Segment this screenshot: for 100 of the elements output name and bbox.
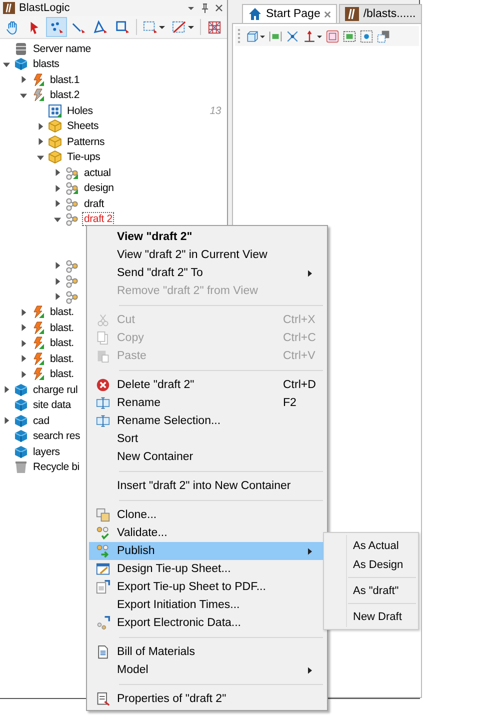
menu-item[interactable]: Rename F2 [89,394,325,412]
windows-icon[interactable] [377,30,390,42]
collapse-arrow-icon[interactable] [37,154,44,161]
tree-item[interactable]: draft [82,196,106,211]
tree-item[interactable]: site data [31,398,73,412]
close-icon[interactable] [214,3,224,13]
menu-item[interactable]: Clone... [89,506,325,524]
tree-item[interactable]: blast. [48,352,76,366]
bin-icon [14,460,28,474]
cube-icon [14,429,28,444]
paste-icon [96,349,110,363]
document-tab[interactable]: /blasts...... [339,4,422,23]
menu-item[interactable]: New Draft [348,607,416,626]
menu-item[interactable]: Model [89,661,325,679]
dropdown-icon [159,24,165,30]
points-tool[interactable] [46,17,67,37]
box-outline-icon[interactable] [326,30,339,42]
expand-arrow-icon[interactable] [20,308,27,316]
menu-item[interactable]: View "draft 2" in Current View [89,246,325,264]
document-tab[interactable]: Start Page [242,4,338,23]
expand-arrow-icon[interactable] [54,278,61,285]
collapse-arrow-icon[interactable] [20,92,27,99]
tree-item[interactable]: layers [31,444,62,459]
cube-icon [14,444,28,459]
expand-arrow-icon[interactable] [37,122,44,130]
tree-item[interactable]: Holes [65,104,95,118]
panel-title: BlastLogic [19,2,71,14]
dropdown-icon[interactable] [260,34,265,38]
menu-item[interactable]: Publish [89,542,325,560]
menu-item[interactable]: Export Tie-up Sheet to PDF... [89,578,325,596]
menu-item[interactable]: Delete "draft 2" Ctrl+D [89,376,325,394]
expand-arrow-icon[interactable] [20,355,27,362]
document-icon [96,645,110,659]
tree-item[interactable]: cad [31,414,52,428]
pin-icon[interactable] [200,3,210,13]
expand-arrow-icon[interactable] [54,200,61,208]
expand-arrow-icon[interactable] [54,262,61,270]
tree-item[interactable]: blast. [48,305,76,320]
expand-arrow-icon[interactable] [54,169,61,176]
tree-item[interactable]: actual [82,166,113,180]
zoom-extents-icon[interactable] [286,30,299,42]
menu-item[interactable]: Sort [89,430,325,448]
tree-item[interactable]: blast. [48,320,76,335]
scissors-icon [96,313,110,327]
collapse-arrow-icon[interactable] [3,60,10,68]
menu-item[interactable]: Bill of Materials [89,643,325,661]
menu-item[interactable]: Insert "draft 2" into New Container [89,477,325,495]
tree-item[interactable]: blast. [48,336,76,350]
collapse-arrow-icon[interactable] [54,216,61,223]
grid-icon [207,20,222,34]
frame-icon[interactable] [343,30,356,42]
tree-item[interactable]: blast. [48,367,76,382]
box-icon [48,150,62,164]
tree-item[interactable]: Recycle bi [31,460,82,474]
logo-icon [345,7,360,21]
expand-arrow-icon[interactable] [20,76,27,84]
arrow-nodes-icon [96,544,110,558]
menu-item[interactable]: Design Tie-up Sheet... [89,560,325,578]
axis-icon[interactable] [303,30,316,42]
database-icon [14,42,28,56]
expand-arrow-icon[interactable] [37,138,44,146]
expand-arrow-icon[interactable] [3,386,10,394]
dropdown-icon[interactable] [317,34,322,38]
tree-item[interactable]: Sheets [65,119,100,134]
tree-item[interactable]: search res [31,429,82,444]
expand-arrow-icon[interactable] [20,370,27,378]
menu-item[interactable]: Export Electronic Data... [89,614,325,632]
export-nodes-icon [96,616,110,630]
expand-arrow-icon[interactable] [54,184,61,192]
tree-item[interactable]: Tie-ups [65,150,102,164]
fit-icon[interactable] [269,30,282,42]
tree-item[interactable]: Server name [31,42,93,56]
tree-item[interactable]: blast.1 [48,72,82,87]
expand-arrow-icon[interactable] [20,340,27,347]
menu-item[interactable]: Export Initiation Times... [89,596,325,614]
star-frame-icon[interactable] [360,30,373,42]
menu-item[interactable]: As "draft" [348,581,416,600]
menu-item[interactable]: Validate... [89,524,325,542]
menu-item[interactable]: Properties of "draft 2" [89,690,325,708]
tree-item[interactable]: Patterns [65,134,107,149]
tree-item[interactable]: design [82,181,116,196]
clone-icon [96,508,110,522]
menu-item[interactable]: New Container [89,448,325,466]
menu-item[interactable]: As Actual [348,536,416,555]
rectangle-icon [115,20,130,34]
expand-arrow-icon[interactable] [54,293,61,300]
close-icon[interactable] [324,10,332,18]
menu-item[interactable]: As Design [348,555,416,574]
properties-icon [96,692,110,706]
menu-item[interactable]: Rename Selection... [89,412,325,430]
cube-view-icon[interactable] [246,30,259,42]
points-icon [49,20,64,34]
tree-item[interactable]: blast.2 [48,88,82,102]
sheet-icon [96,562,110,576]
menu-item[interactable]: Send "draft 2" To [89,264,325,282]
expand-arrow-icon[interactable] [3,417,10,424]
tree-item[interactable]: blasts [31,57,62,72]
tree-item[interactable]: charge rul [31,382,80,397]
expand-arrow-icon[interactable] [20,324,27,332]
menu-item[interactable]: View "draft 2" [89,228,325,246]
